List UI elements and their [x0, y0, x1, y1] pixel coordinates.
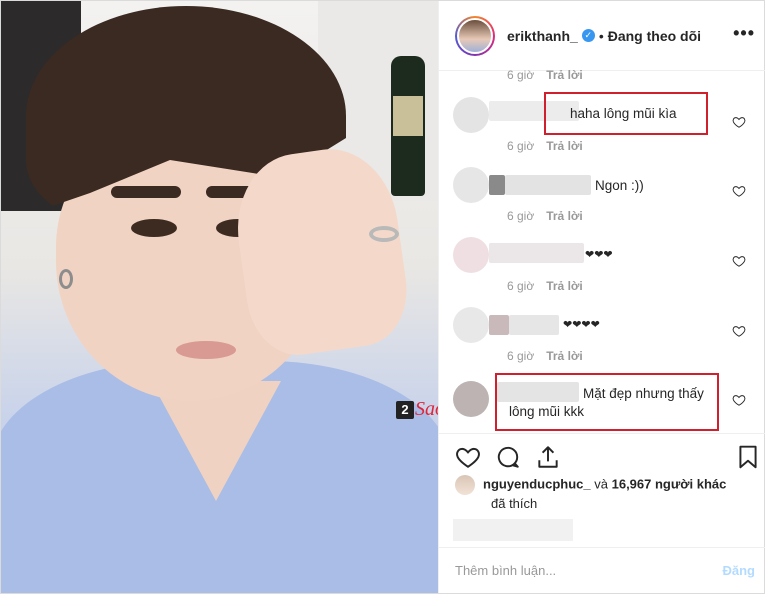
reply-link[interactable]: Trả lời — [546, 349, 583, 363]
add-comment-bar: Đăng — [439, 547, 765, 593]
bottle-label — [393, 96, 423, 136]
post-side-panel: erikthanh_ ✓ • Đang theo dõi ••• 6 giờ Tr… — [438, 1, 765, 593]
earring — [59, 269, 73, 289]
verified-icon: ✓ — [581, 29, 595, 42]
heart-icon[interactable] — [732, 324, 746, 338]
watermark-number: 2 — [396, 400, 414, 419]
highlight-box — [544, 92, 708, 135]
blurred-username — [489, 243, 584, 263]
comment-input[interactable] — [455, 563, 695, 578]
comment-text: ❤❤❤❤ — [563, 319, 600, 331]
blurred-username — [509, 315, 559, 335]
blurred-username — [505, 175, 591, 195]
highlight-box — [495, 373, 719, 431]
likes-count[interactable]: 16,967 người khác — [612, 476, 727, 491]
likes-conj: và — [594, 476, 608, 492]
heart-icon[interactable] — [732, 115, 746, 129]
comment-time: 6 giờ — [507, 279, 535, 293]
reply-link[interactable]: Trả lời — [546, 279, 583, 293]
comment-time: 6 giờ — [507, 349, 535, 363]
heart-icon[interactable] — [732, 393, 746, 407]
ring — [369, 226, 399, 242]
comment-avatar[interactable] — [453, 167, 489, 203]
eye-left — [131, 219, 177, 237]
separator-dot: • — [598, 27, 604, 44]
lips — [176, 341, 236, 359]
comment-avatar[interactable] — [453, 97, 489, 133]
following-button[interactable]: Đang theo dõi — [608, 28, 701, 44]
comment-time: 6 giờ — [507, 139, 535, 153]
comment-text: ❤❤❤ — [585, 249, 613, 261]
avatar-image — [457, 17, 493, 54]
eyebrow-left — [111, 186, 181, 198]
avatar[interactable] — [455, 15, 495, 56]
liker-avatar — [455, 475, 475, 495]
reply-link[interactable]: Trả lời — [546, 209, 583, 223]
comment-text: Ngon :)) — [595, 178, 644, 193]
more-icon[interactable]: ••• — [733, 23, 755, 44]
blurred-strip — [453, 519, 573, 541]
comment-meta: 6 giờ Trả lời — [507, 349, 583, 363]
comment-meta: 6 giờ Trả lời — [507, 68, 583, 82]
post-button[interactable]: Đăng — [723, 563, 756, 578]
reply-link[interactable]: Trả lời — [546, 68, 583, 82]
likes-liked-text: đã thích — [491, 496, 538, 511]
reply-link[interactable]: Trả lời — [546, 139, 583, 153]
comment-time: 6 giờ — [507, 209, 535, 223]
comment-time: 6 giờ — [507, 68, 535, 82]
blurred-username — [489, 315, 509, 335]
comment-meta: 6 giờ Trả lời — [507, 139, 583, 153]
liker-username[interactable]: nguyenducphuc_ — [483, 476, 591, 491]
post-photo — [1, 1, 438, 593]
comment-meta: 6 giờ Trả lời — [507, 209, 583, 223]
heart-icon[interactable] — [455, 444, 481, 470]
heart-icon[interactable] — [732, 184, 746, 198]
comment-avatar[interactable] — [453, 307, 489, 343]
comment-icon[interactable] — [495, 444, 521, 470]
username-link[interactable]: erikthanh_ — [507, 28, 578, 44]
likes-summary: nguyenducphuc_ và 16,967 người khác đã t… — [455, 475, 755, 513]
heart-icon[interactable] — [732, 254, 746, 268]
blurred-username — [489, 175, 505, 195]
comment-avatar[interactable] — [453, 237, 489, 273]
comment-avatar[interactable] — [453, 381, 489, 417]
comment-meta: 6 giờ Trả lời — [507, 279, 583, 293]
share-icon[interactable] — [535, 444, 561, 470]
post-actions — [439, 433, 765, 473]
bookmark-icon[interactable] — [735, 444, 761, 470]
post-header: erikthanh_ ✓ • Đang theo dõi ••• — [439, 1, 765, 71]
